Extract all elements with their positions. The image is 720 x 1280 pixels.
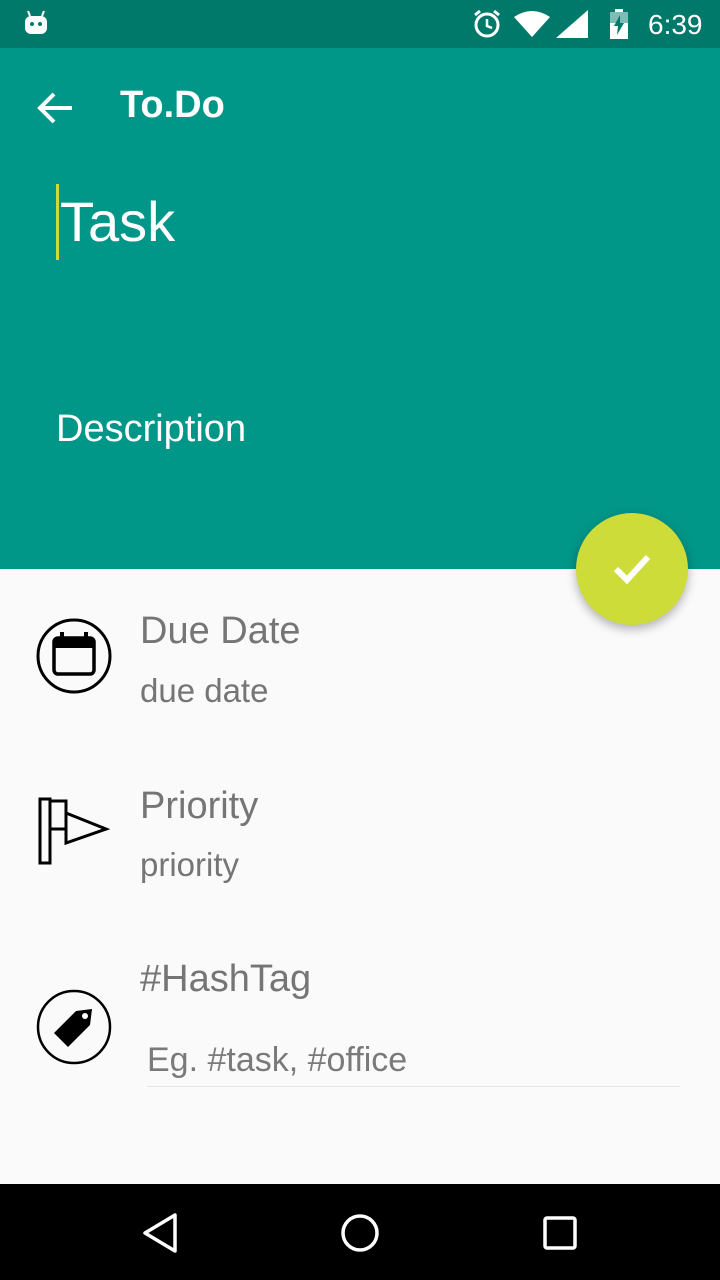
nav-recents-button[interactable] xyxy=(535,1208,585,1258)
alarm-icon xyxy=(474,9,500,38)
home-circle-icon xyxy=(341,1214,379,1252)
tag-icon xyxy=(36,989,112,1065)
screen: 6:39 To.Do Task Description Due Date due… xyxy=(0,0,720,1280)
task-input[interactable]: Task xyxy=(56,184,656,260)
back-button[interactable] xyxy=(32,84,80,132)
due-date-value: due date xyxy=(140,672,269,709)
wifi-icon xyxy=(514,11,550,37)
description-input[interactable]: Description xyxy=(56,404,656,454)
header: To.Do Task Description xyxy=(0,48,720,569)
nav-bar xyxy=(0,1184,720,1280)
back-triangle-icon xyxy=(143,1213,177,1253)
cell-signal-icon xyxy=(556,10,588,38)
status-time: 6:39 xyxy=(648,9,703,40)
calendar-icon xyxy=(36,618,112,694)
nav-home-button[interactable] xyxy=(335,1208,385,1258)
priority-value: priority xyxy=(140,846,240,883)
hashtag-label: #HashTag xyxy=(140,958,312,1000)
hashtag-input[interactable]: Eg. #task, #office xyxy=(147,1034,680,1087)
hashtag-input-placeholder: Eg. #task, #office xyxy=(147,1041,408,1079)
recents-square-icon xyxy=(543,1216,577,1250)
due-date-label: Due Date xyxy=(140,610,301,652)
save-fab-button[interactable] xyxy=(576,513,688,625)
android-robot-icon xyxy=(25,10,47,34)
flag-icon xyxy=(38,797,110,865)
status-bar: 6:39 xyxy=(0,0,720,48)
battery-charging-icon xyxy=(610,9,628,39)
task-input-value: Task xyxy=(60,190,176,253)
app-title: To.Do xyxy=(120,84,225,126)
arrow-back-icon xyxy=(37,92,72,124)
check-icon xyxy=(613,554,651,585)
nav-back-button[interactable] xyxy=(135,1208,185,1258)
priority-label: Priority xyxy=(140,785,259,827)
description-input-value: Description xyxy=(56,408,247,450)
text-cursor xyxy=(56,184,59,260)
